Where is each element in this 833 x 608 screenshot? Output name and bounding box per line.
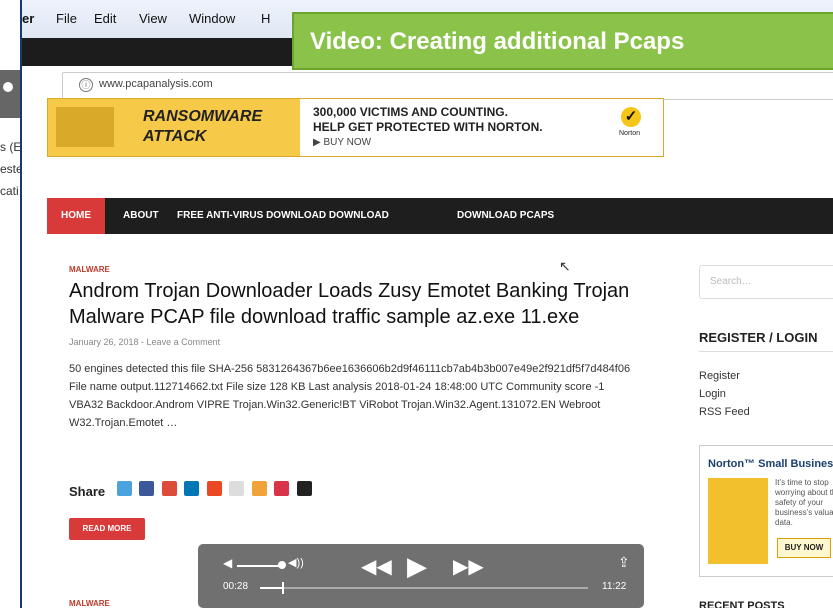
ad-ransomware-text: RANSOMWARE ATTACK bbox=[143, 108, 263, 145]
menu-help[interactable]: H bbox=[261, 11, 270, 26]
twitter-icon[interactable] bbox=[117, 481, 132, 496]
ad-line-2: HELP GET PROTECTED WITH NORTON. bbox=[313, 120, 543, 134]
app-name-fragment: er bbox=[22, 11, 35, 26]
info-icon[interactable]: ⓘ bbox=[79, 78, 93, 92]
nav-download-pcaps[interactable]: DOWNLOAD PCAPS bbox=[457, 210, 554, 221]
play-icon[interactable]: ▶ bbox=[407, 551, 427, 582]
rss-feed-link[interactable]: RSS Feed bbox=[699, 406, 750, 418]
volume-max-icon[interactable]: ◀)) bbox=[288, 556, 304, 569]
next-post-category[interactable]: MALWARE bbox=[69, 599, 110, 608]
volume-slider[interactable] bbox=[237, 565, 279, 567]
blogger-icon[interactable] bbox=[274, 481, 290, 496]
progress-handle[interactable] bbox=[282, 582, 284, 594]
duration: 11:22 bbox=[602, 581, 627, 592]
norton-product-box bbox=[708, 478, 768, 564]
nav-free-antivirus-download[interactable]: FREE ANTI-VIRUS DOWNLOAD DOWNLOAD bbox=[177, 210, 389, 221]
volume-knob[interactable] bbox=[278, 561, 286, 569]
bookmark-icon[interactable] bbox=[229, 481, 245, 496]
facebook-icon[interactable] bbox=[139, 481, 155, 496]
share-icons bbox=[117, 481, 315, 501]
sidebar-divider bbox=[699, 351, 833, 352]
share-label: Share bbox=[69, 484, 106, 499]
volume-icon[interactable]: ◀ bbox=[223, 556, 232, 570]
application-window: er File Edit View Window H ⓘ www.pcapana… bbox=[20, 0, 833, 608]
register-link[interactable]: Register bbox=[699, 370, 740, 382]
norton-buy-button[interactable]: BUY NOW bbox=[777, 538, 831, 558]
read-more-button[interactable]: READ MORE bbox=[69, 518, 145, 540]
nav-about[interactable]: ABOUT bbox=[123, 210, 159, 221]
share-icon[interactable]: ⇪ bbox=[618, 554, 630, 571]
login-link[interactable]: Login bbox=[699, 388, 726, 400]
post-excerpt: 50 engines detected this file SHA-256 58… bbox=[69, 363, 631, 429]
menu-edit[interactable]: Edit bbox=[94, 11, 116, 26]
norton-ad-copy: It’s time to stop worrying about the saf… bbox=[775, 478, 833, 527]
linkedin-icon[interactable] bbox=[184, 481, 200, 496]
ransomware-ad[interactable]: RANSOMWARE ATTACK 300,000 VICTIMS AND COU… bbox=[47, 98, 664, 157]
menu-window[interactable]: Window bbox=[189, 11, 235, 26]
background-toggle bbox=[3, 82, 13, 92]
post-meta[interactable]: January 26, 2018 - Leave a Comment bbox=[69, 337, 220, 347]
progress-fill bbox=[260, 587, 282, 589]
delicious-icon[interactable] bbox=[296, 481, 312, 496]
google-plus-icon[interactable] bbox=[161, 481, 177, 496]
norton-ad-title: Norton™ Small Business bbox=[708, 458, 833, 470]
norton-logo-text: Norton bbox=[619, 130, 641, 137]
menu-file[interactable]: File bbox=[56, 11, 77, 26]
rewind-icon[interactable]: ◀◀ bbox=[361, 554, 392, 579]
video-title-banner: Video: Creating additional Pcaps bbox=[292, 12, 833, 70]
address-bar[interactable]: ⓘ www.pcapanalysis.com bbox=[62, 72, 833, 100]
current-time: 00:28 bbox=[223, 581, 249, 592]
search-box[interactable]: Search… bbox=[699, 265, 833, 299]
register-login-heading: REGISTER / LOGIN bbox=[699, 330, 818, 345]
ad-buy-link[interactable]: ▶ BUY NOW bbox=[313, 137, 371, 148]
progress-track[interactable] bbox=[260, 587, 588, 589]
video-controls: ◀ ◀)) ◀◀ ▶ ▶▶ ⇪ 00:28 11:22 bbox=[198, 544, 644, 608]
url-text[interactable]: www.pcapanalysis.com bbox=[99, 78, 213, 90]
fast-forward-icon[interactable]: ▶▶ bbox=[453, 554, 484, 579]
post-title[interactable]: Androm Trojan Downloader Loads Zusy Emot… bbox=[69, 278, 669, 330]
site-navigation: HOME ABOUT FREE ANTI-VIRUS DOWNLOAD DOWN… bbox=[47, 198, 833, 234]
search-placeholder: Search… bbox=[710, 276, 752, 287]
recent-posts-heading: RECENT POSTS bbox=[699, 600, 785, 608]
menu-view[interactable]: View bbox=[139, 11, 167, 26]
ad-line-1: 300,000 VICTIMS AND COUNTING. bbox=[313, 105, 508, 119]
norton-small-business-ad[interactable]: Norton™ Small Business It’s time to stop… bbox=[699, 445, 833, 577]
warning-icon bbox=[56, 107, 114, 147]
nav-home[interactable]: HOME bbox=[47, 198, 105, 234]
mouse-cursor-icon: ↖ bbox=[559, 258, 571, 274]
norton-check-icon: ✓ bbox=[621, 107, 641, 127]
stumbleupon-icon[interactable] bbox=[206, 481, 222, 496]
video-title: Video: Creating additional Pcaps bbox=[310, 28, 685, 55]
post-category[interactable]: MALWARE bbox=[69, 265, 110, 274]
digg-icon[interactable] bbox=[251, 481, 267, 496]
